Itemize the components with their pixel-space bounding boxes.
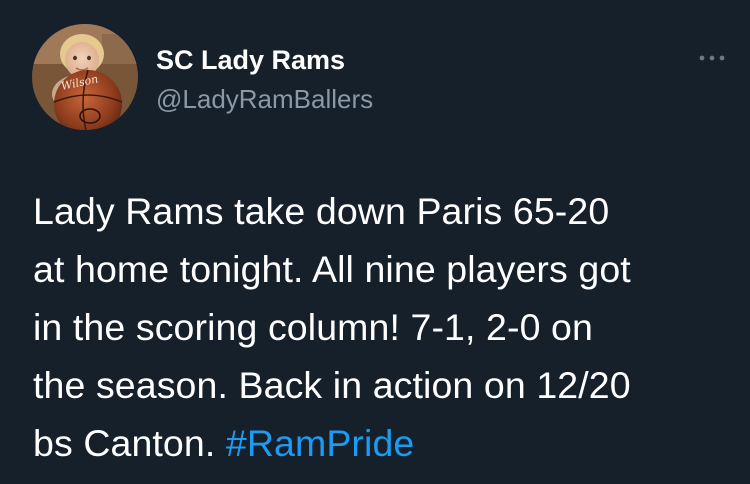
more-horizontal-icon	[699, 55, 725, 61]
tweet-text-line: Lady Rams take down Paris 65-20	[33, 190, 610, 232]
avatar[interactable]: Wilson	[32, 24, 138, 130]
tweet-card: Wilson SC Lady Rams @LadyRamBallers Lady…	[0, 0, 750, 484]
tweet-text-line: at home tonight. All nine players got	[33, 248, 631, 290]
account-handle[interactable]: @LadyRamBallers	[156, 84, 373, 114]
tweet-text-line: bs Canton.	[33, 422, 226, 464]
more-options-button[interactable]	[694, 46, 730, 70]
tweet-text: Lady Rams take down Paris 65-20 at home t…	[33, 182, 733, 472]
display-name[interactable]: SC Lady Rams	[156, 44, 345, 76]
avatar-photo: Wilson	[32, 24, 138, 130]
tweet-text-line: in the scoring column! 7-1, 2-0 on	[33, 306, 593, 348]
hashtag-link[interactable]: #RamPride	[226, 422, 414, 464]
tweet-text-line: the season. Back in action on 12/20	[33, 364, 631, 406]
